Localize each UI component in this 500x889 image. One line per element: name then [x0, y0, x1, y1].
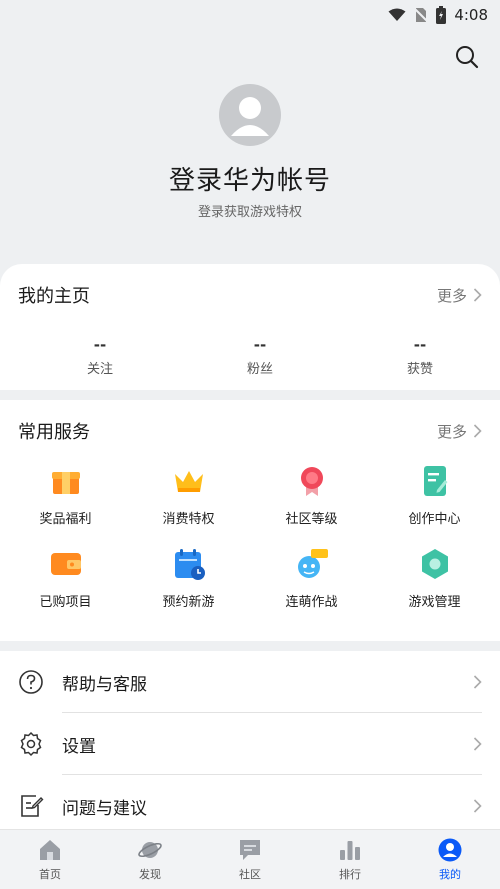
- stat-likes[interactable]: -- 获赞: [340, 336, 500, 377]
- chevron-right-icon: [473, 675, 482, 689]
- nav-label: 社区: [239, 868, 261, 881]
- service-community-level[interactable]: 社区等级: [250, 464, 373, 527]
- nav-home[interactable]: 首页: [0, 830, 100, 889]
- chevron-right-icon: [473, 288, 482, 302]
- nav-ranking[interactable]: 排行: [300, 830, 400, 889]
- profile-icon: [438, 838, 462, 862]
- service-spending-privileges[interactable]: 消费特权: [127, 464, 250, 527]
- menu-item-help[interactable]: 帮助与客服: [0, 651, 500, 713]
- menu-label: 设置: [62, 736, 96, 757]
- menu-list: 帮助与客服 设置 问题与建议: [0, 651, 500, 829]
- service-purchased-items[interactable]: 已购项目: [4, 547, 127, 610]
- common-services-card: 常用服务 更多 奖品福利 消费特权 社区等级 创作中心 已购项目 预约新游 连萌…: [0, 400, 500, 641]
- chat-icon: [240, 840, 260, 860]
- service-prize-benefits[interactable]: 奖品福利: [4, 464, 127, 527]
- nav-label: 排行: [339, 868, 361, 881]
- avatar[interactable]: [219, 84, 281, 146]
- chevron-right-icon: [473, 737, 482, 751]
- stat-value: --: [413, 336, 427, 354]
- planet-icon: [138, 842, 162, 858]
- feedback-icon: [21, 795, 44, 817]
- nav-community[interactable]: 社区: [200, 830, 300, 889]
- menu-label: 问题与建议: [62, 798, 147, 819]
- home-icon: [40, 840, 60, 860]
- no-sim-icon: [414, 8, 429, 22]
- menu-item-settings[interactable]: 设置: [0, 713, 500, 775]
- service-creator-center[interactable]: 创作中心: [373, 464, 496, 527]
- chevron-right-icon: [473, 424, 482, 438]
- profile-header[interactable]: 登录华为帐号 登录获取游戏特权: [0, 84, 500, 220]
- nav-mine[interactable]: 我的: [400, 830, 500, 889]
- service-label: 已购项目: [39, 595, 92, 610]
- services-grid: 奖品福利 消费特权 社区等级 创作中心 已购项目 预约新游 连萌作战 游戏管理: [0, 462, 500, 610]
- service-game-management[interactable]: 游戏管理: [373, 547, 496, 610]
- service-label: 奖品福利: [39, 512, 92, 527]
- bottom-nav: 首页 发现 社区 排行 我的: [0, 829, 500, 889]
- homepage-title: 我的主页: [18, 286, 90, 307]
- more-label: 更多: [436, 286, 467, 305]
- services-more-link[interactable]: 更多: [437, 421, 482, 442]
- help-icon: [19, 670, 43, 694]
- settings-icon: [20, 731, 42, 757]
- more-label: 更多: [436, 422, 467, 441]
- calendar-icon: [174, 549, 205, 580]
- hexagon-icon: [421, 549, 448, 579]
- status-bar: 4:08: [0, 0, 500, 30]
- crown-icon: [174, 471, 203, 492]
- edit-doc-icon: [423, 466, 447, 496]
- service-label: 游戏管理: [408, 595, 461, 610]
- stat-fans[interactable]: -- 粉丝: [180, 336, 340, 377]
- homepage-more-link[interactable]: 更多: [437, 285, 482, 306]
- chevron-right-icon: [473, 799, 482, 813]
- gift-icon: [51, 472, 80, 494]
- stats-row: -- 关注 -- 粉丝 -- 获赞: [0, 326, 500, 377]
- login-subtitle: 登录获取游戏特权: [197, 205, 302, 220]
- stat-label: 粉丝: [246, 362, 273, 377]
- services-header: 常用服务 更多: [0, 400, 500, 462]
- stat-value: --: [93, 336, 107, 354]
- service-label: 创作中心: [408, 512, 461, 527]
- medal-icon: [300, 467, 323, 496]
- wifi-icon: [388, 8, 406, 21]
- stat-value: --: [253, 336, 267, 354]
- service-label: 消费特权: [162, 512, 215, 527]
- mascot-icon: [297, 549, 328, 578]
- nav-label: 我的: [439, 868, 461, 881]
- bar-chart-icon: [340, 841, 360, 860]
- stat-label: 关注: [86, 362, 113, 377]
- battery-icon: [436, 6, 447, 24]
- service-reserve-new-games[interactable]: 预约新游: [127, 547, 250, 610]
- services-title: 常用服务: [18, 422, 90, 443]
- login-title[interactable]: 登录华为帐号: [0, 160, 500, 197]
- wallet-icon: [50, 553, 81, 575]
- status-time: 4:08: [454, 6, 488, 24]
- homepage-header: 我的主页 更多: [0, 264, 500, 326]
- menu-item-feedback[interactable]: 问题与建议: [0, 775, 500, 837]
- nav-label: 首页: [39, 868, 61, 881]
- service-team-battle[interactable]: 连萌作战: [250, 547, 373, 610]
- service-label: 连萌作战: [285, 595, 338, 610]
- my-homepage-card: 我的主页 更多 -- 关注 -- 粉丝 -- 获赞: [0, 264, 500, 390]
- default-avatar-icon: [231, 97, 269, 136]
- nav-label: 发现: [139, 868, 161, 881]
- search-icon: [456, 46, 479, 69]
- search-button[interactable]: [454, 44, 480, 70]
- stat-following[interactable]: -- 关注: [0, 336, 180, 377]
- service-label: 社区等级: [285, 512, 338, 527]
- stat-label: 获赞: [406, 362, 433, 377]
- nav-discover[interactable]: 发现: [100, 830, 200, 889]
- service-label: 预约新游: [162, 595, 215, 610]
- menu-label: 帮助与客服: [62, 674, 147, 695]
